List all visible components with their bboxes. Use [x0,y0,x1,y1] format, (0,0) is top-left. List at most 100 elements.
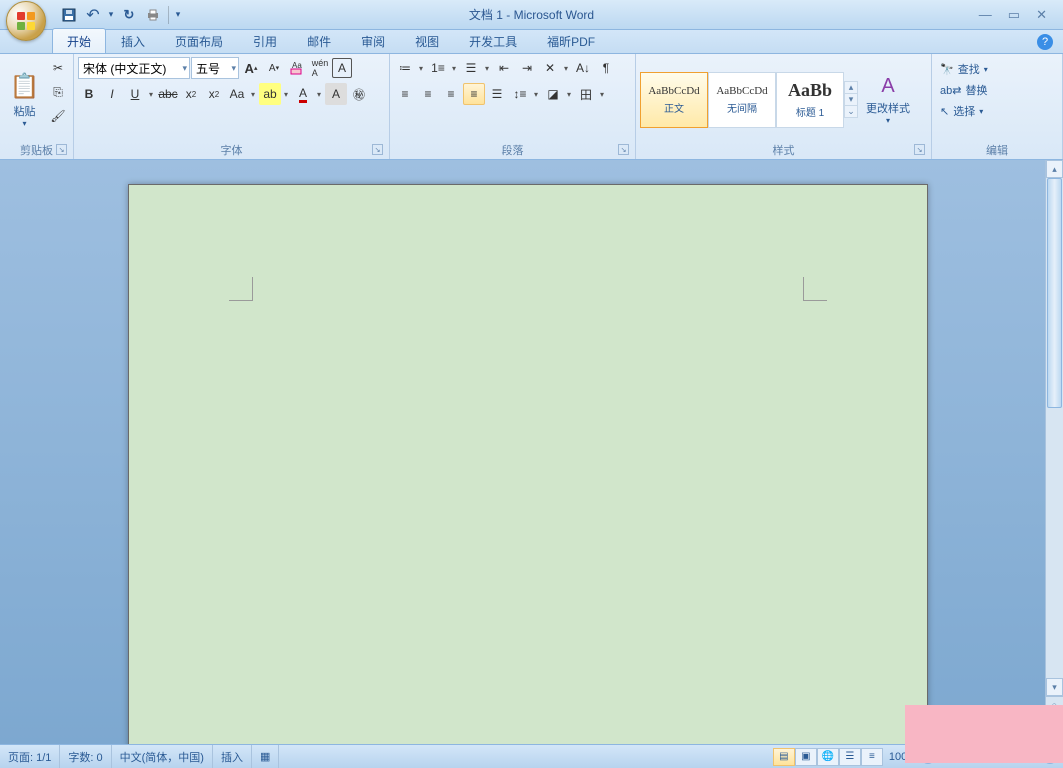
view-outline-icon[interactable]: ☰ [839,748,861,766]
fontcolor-dropdown[interactable]: ▾ [314,83,324,105]
enclose-char-icon[interactable]: ㊙ [348,83,370,105]
scroll-track[interactable] [1046,178,1063,678]
indent-icon[interactable]: ⇥ [516,57,538,79]
shrink-font-icon[interactable]: A▾ [263,57,285,79]
showmarks-icon[interactable]: ¶ [595,57,617,79]
change-styles-button[interactable]: A 更改样式 ▾ [860,57,916,142]
bullets-icon[interactable]: ≔ [394,57,416,79]
align-distribute-icon[interactable]: ☰ [486,83,508,105]
undo-dropdown[interactable]: ▾ [106,9,116,20]
close-button[interactable]: ✕ [1036,7,1047,23]
align-center-icon[interactable]: ≡ [417,83,439,105]
style-nospacing[interactable]: AaBbCcDd 无间隔 [708,72,776,128]
highlight-dropdown[interactable]: ▾ [281,83,291,105]
help-icon[interactable]: ? [1037,34,1053,50]
styles-row-down[interactable]: ▾ [845,94,857,106]
scroll-up-button[interactable]: ▴ [1046,160,1063,178]
status-words[interactable]: 字数: 0 [60,745,111,768]
strike-button[interactable]: abc [157,83,179,105]
view-printlayout-icon[interactable]: ▤ [773,748,795,766]
bold-button[interactable]: B [78,83,100,105]
subscript-button[interactable]: x2 [180,83,202,105]
paste-button[interactable]: 📋 粘贴 ▾ [4,57,45,142]
superscript-button[interactable]: x2 [203,83,225,105]
status-language[interactable]: 中文(简体，中国) [112,745,213,768]
font-family-combo[interactable]: 宋体 (中文正文) [78,57,190,79]
tab-review[interactable]: 审阅 [346,28,400,53]
sort-icon[interactable]: A↓ [572,57,594,79]
clipboard-dialog-launcher[interactable]: ↘ [56,144,67,155]
scroll-down-button[interactable]: ▾ [1046,678,1063,696]
document-area[interactable] [0,160,1045,744]
align-justify-icon[interactable]: ≡ [463,83,485,105]
underline-button[interactable]: U [124,83,146,105]
textdir-dropdown[interactable]: ▾ [561,57,571,79]
styles-row-up[interactable]: ▴ [845,82,857,94]
shading-icon[interactable]: ◪ [542,83,564,105]
scroll-thumb[interactable] [1047,178,1062,408]
replace-button[interactable]: ab⇄替换 [936,80,1058,100]
styles-dialog-launcher[interactable]: ↘ [914,144,925,155]
office-button[interactable] [6,1,46,41]
copy-icon[interactable]: ⎘ [47,81,69,103]
tab-references[interactable]: 引用 [238,28,292,53]
underline-dropdown[interactable]: ▾ [146,83,156,105]
font-dialog-launcher[interactable]: ↘ [372,144,383,155]
fontcolor-button[interactable]: A [292,83,314,105]
char-shading-icon[interactable]: A [325,83,347,105]
view-web-icon[interactable]: 🌐 [817,748,839,766]
tab-developer[interactable]: 开发工具 [454,28,532,53]
style-normal[interactable]: AaBbCcDd 正文 [640,72,708,128]
styles-expand[interactable]: ⌄ [845,106,857,117]
view-fullscreen-icon[interactable]: ▣ [795,748,817,766]
char-border-icon[interactable]: A [332,58,352,78]
linespacing-icon[interactable]: ↕≡ [509,83,531,105]
tab-foxitpdf[interactable]: 福昕PDF [532,28,610,53]
status-macro-icon[interactable]: ▦ [252,745,279,768]
textdir-icon[interactable]: ✕ [539,57,561,79]
tab-home[interactable]: 开始 [52,28,106,53]
changecase-dropdown[interactable]: ▾ [248,83,258,105]
tab-view[interactable]: 视图 [400,28,454,53]
borders-dropdown[interactable]: ▾ [597,83,607,105]
save-icon[interactable] [58,4,80,26]
quickprint-icon[interactable] [142,4,164,26]
phonetic-icon[interactable]: wénA [309,57,331,79]
linespacing-dropdown[interactable]: ▾ [531,83,541,105]
minimize-button[interactable]: — [979,7,992,23]
highlight-button[interactable]: ab [259,83,281,105]
formatpainter-icon[interactable]: 🖌 [47,105,69,127]
cut-icon[interactable]: ✂ [47,57,69,79]
qat-customize[interactable]: ▾ [173,9,183,20]
find-button[interactable]: 🔭查找▾ [936,59,1058,79]
view-draft-icon[interactable]: ≡ [861,748,883,766]
numbering-dropdown[interactable]: ▾ [449,57,459,79]
redo-icon[interactable]: ↻ [118,4,140,26]
changecase-button[interactable]: Aa [226,83,248,105]
align-right-icon[interactable]: ≡ [440,83,462,105]
italic-button[interactable]: I [101,83,123,105]
paragraph-dialog-launcher[interactable]: ↘ [618,144,629,155]
align-left-icon[interactable]: ≡ [394,83,416,105]
select-button[interactable]: ↖选择▾ [936,101,1058,121]
borders-icon[interactable]: 田 [575,83,597,105]
grow-font-icon[interactable]: A▴ [240,57,262,79]
shading-dropdown[interactable]: ▾ [564,83,574,105]
page[interactable] [128,184,928,744]
bullets-dropdown[interactable]: ▾ [416,57,426,79]
multilevel-dropdown[interactable]: ▾ [482,57,492,79]
tab-insert[interactable]: 插入 [106,28,160,53]
outdent-icon[interactable]: ⇤ [493,57,515,79]
margin-mark-tr [803,277,827,301]
numbering-icon[interactable]: 1≡ [427,57,449,79]
font-size-combo[interactable]: 五号 [191,57,239,79]
tab-mailings[interactable]: 邮件 [292,28,346,53]
clear-format-icon[interactable]: Aa [286,57,308,79]
status-page[interactable]: 页面: 1/1 [0,745,60,768]
tab-pagelayout[interactable]: 页面布局 [160,28,238,53]
maximize-button[interactable]: ▭ [1008,7,1020,23]
style-heading1[interactable]: AaBb 标题 1 [776,72,844,128]
status-mode[interactable]: 插入 [213,745,252,768]
multilevel-icon[interactable]: ☰ [460,57,482,79]
undo-icon[interactable]: ↶ [82,4,104,26]
